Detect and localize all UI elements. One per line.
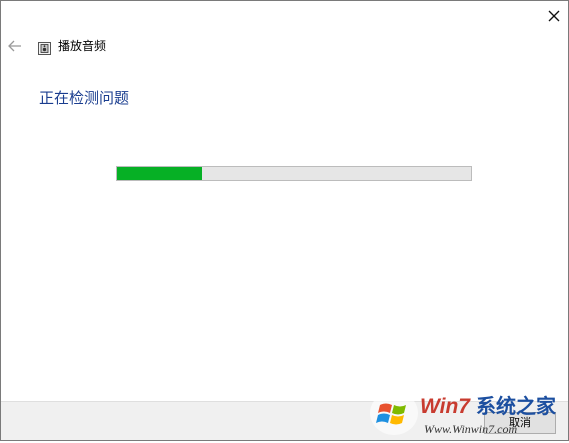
close-button[interactable] [544,6,564,26]
close-icon [548,10,560,22]
progress-fill [117,167,202,180]
page-heading: 正在检测问题 [39,89,130,107]
back-arrow-icon [8,40,21,52]
troubleshooter-window: 播放音频 正在检测问题 取消 [0,0,569,441]
back-button[interactable] [7,38,23,54]
cancel-button[interactable]: 取消 [484,412,556,434]
progress-bar [116,166,472,181]
window-title: 播放音频 [58,39,107,53]
footer-bar: 取消 [1,401,568,440]
audio-troubleshooter-icon [38,40,51,55]
